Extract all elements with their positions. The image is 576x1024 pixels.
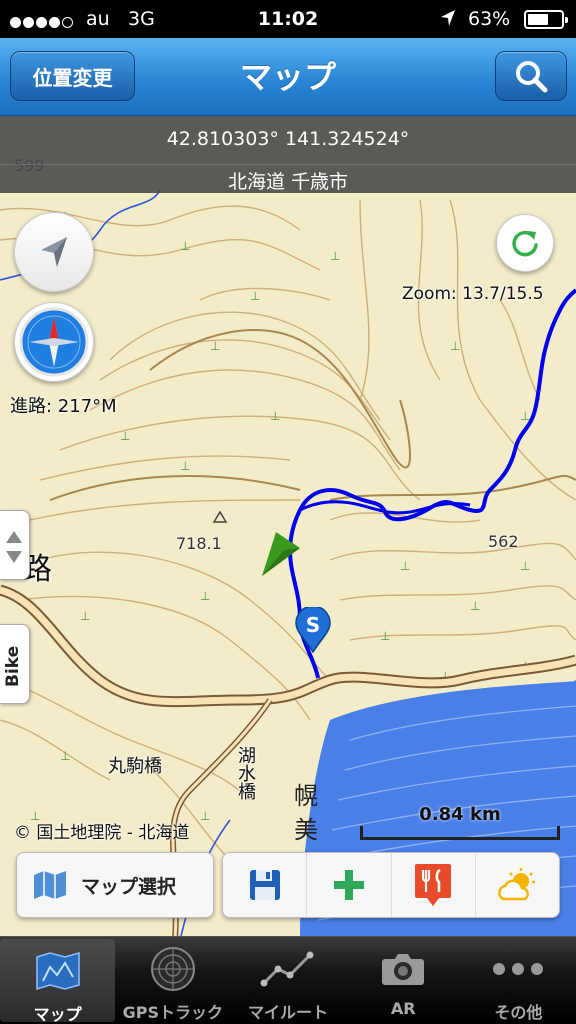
bridge-label: 湖水橋: [235, 746, 256, 800]
bridge-label: 丸駒橋: [108, 756, 162, 777]
radar-icon: [150, 947, 195, 991]
map-select-label: マップ選択: [81, 875, 177, 898]
tab-gps-track[interactable]: GPSトラック: [115, 937, 230, 1024]
save-icon: [249, 870, 280, 900]
start-marker-label: S: [305, 613, 321, 637]
track-start-marker[interactable]: S: [295, 605, 331, 654]
restaurant-search-button[interactable]: [390, 853, 475, 917]
weather-icon: [498, 868, 536, 901]
map-actions-group: [222, 852, 560, 918]
coordinates-text: 42.810303° 141.324524°: [166, 128, 410, 150]
svg-text:⊥: ⊥: [60, 749, 70, 763]
tab-label: AR: [390, 999, 416, 1018]
tab-label: GPSトラック: [122, 1003, 223, 1022]
svg-text:⊥: ⊥: [180, 459, 190, 473]
compass-icon: [19, 307, 89, 377]
scale-line: [360, 826, 560, 840]
lake-label: 美: [294, 816, 318, 844]
tab-label: その他: [494, 1003, 543, 1022]
svg-text:⊥: ⊥: [120, 429, 130, 443]
compass-button[interactable]: [14, 302, 94, 382]
battery-icon: [524, 10, 568, 29]
current-location-button[interactable]: [14, 212, 94, 292]
map-copyright: © 国土地理院 - 北海道: [14, 823, 190, 843]
search-button[interactable]: [495, 51, 567, 101]
up-down-arrows-icon: [6, 531, 22, 563]
refresh-icon: [512, 230, 538, 257]
tab-more[interactable]: その他: [461, 937, 576, 1024]
svg-text:⊥: ⊥: [200, 809, 210, 823]
svg-text:⊥: ⊥: [450, 339, 460, 353]
camera-icon: [382, 954, 425, 985]
tab-label: マイルート: [248, 1003, 329, 1022]
route-icon: [260, 951, 314, 987]
svg-text:⊥: ⊥: [200, 589, 210, 603]
navigation-arrow-icon: [41, 237, 67, 267]
refresh-button[interactable]: [496, 214, 554, 272]
lake-label: 幌: [294, 782, 318, 810]
map-scale-bar: 0.84 km: [360, 804, 560, 844]
zoom-readout: Zoom: 13.7/15.5: [402, 284, 544, 304]
coordinate-panel: 42.810303° 141.324524° 北海道 千歳市: [0, 116, 576, 193]
tab-ar[interactable]: AR: [346, 937, 461, 1024]
add-icon: [333, 870, 364, 900]
weather-button[interactable]: [474, 853, 559, 917]
tab-bar: マップ GPSトラック マイルート AR その他: [0, 936, 576, 1024]
search-icon: [516, 61, 548, 93]
change-location-button[interactable]: 位置変更: [10, 51, 135, 101]
svg-text:⊥: ⊥: [250, 289, 260, 303]
add-point-button[interactable]: [306, 853, 390, 917]
status-bar: au 3G 11:02 63%: [0, 0, 576, 38]
battery-percent: 63%: [468, 8, 511, 30]
svg-text:⊥: ⊥: [210, 339, 220, 353]
svg-text:⊥: ⊥: [380, 629, 390, 643]
map-view[interactable]: ⊥⊥⊥ ⊥⊥⊥ ⊥⊥⊥ ⊥⊥⊥ ⊥⊥⊥ ⊥⊥⊥ ⊥⊥⊥: [0, 116, 576, 936]
navigation-bar: 位置変更 マップ: [0, 38, 576, 116]
heading-readout: 進路: 217°M: [10, 396, 117, 417]
location-arrow-icon: [440, 9, 456, 32]
map-toolbar: マップ選択: [16, 852, 560, 918]
bike-mode-label: Bike: [3, 645, 23, 687]
map-select-button[interactable]: マップ選択: [16, 852, 214, 918]
elevation-label: 562: [488, 532, 519, 551]
bike-mode-tab[interactable]: Bike: [0, 624, 30, 704]
elevation-label: 718.1: [176, 534, 222, 553]
save-track-button[interactable]: [223, 853, 306, 917]
map-icon: [34, 871, 66, 899]
restaurant-icon: [415, 864, 452, 906]
tab-label: マップ: [33, 1005, 82, 1024]
tab-map[interactable]: マップ: [0, 939, 116, 1024]
svg-text:⊥: ⊥: [520, 559, 530, 573]
svg-text:⊥: ⊥: [400, 559, 410, 573]
svg-text:⊥: ⊥: [470, 599, 480, 613]
map-icon: [35, 952, 80, 991]
tab-my-route[interactable]: マイルート: [230, 937, 345, 1024]
more-icon: [493, 963, 544, 975]
svg-text:⊥: ⊥: [330, 249, 340, 263]
svg-text:⊥: ⊥: [180, 239, 190, 253]
svg-text:⊥: ⊥: [80, 609, 90, 623]
location-name: 北海道 千歳市: [0, 164, 576, 194]
page-title: マップ: [239, 58, 336, 96]
scale-label: 0.84 km: [419, 804, 501, 825]
svg-text:⊥: ⊥: [270, 409, 280, 423]
layer-scroll-handle[interactable]: [0, 510, 30, 580]
